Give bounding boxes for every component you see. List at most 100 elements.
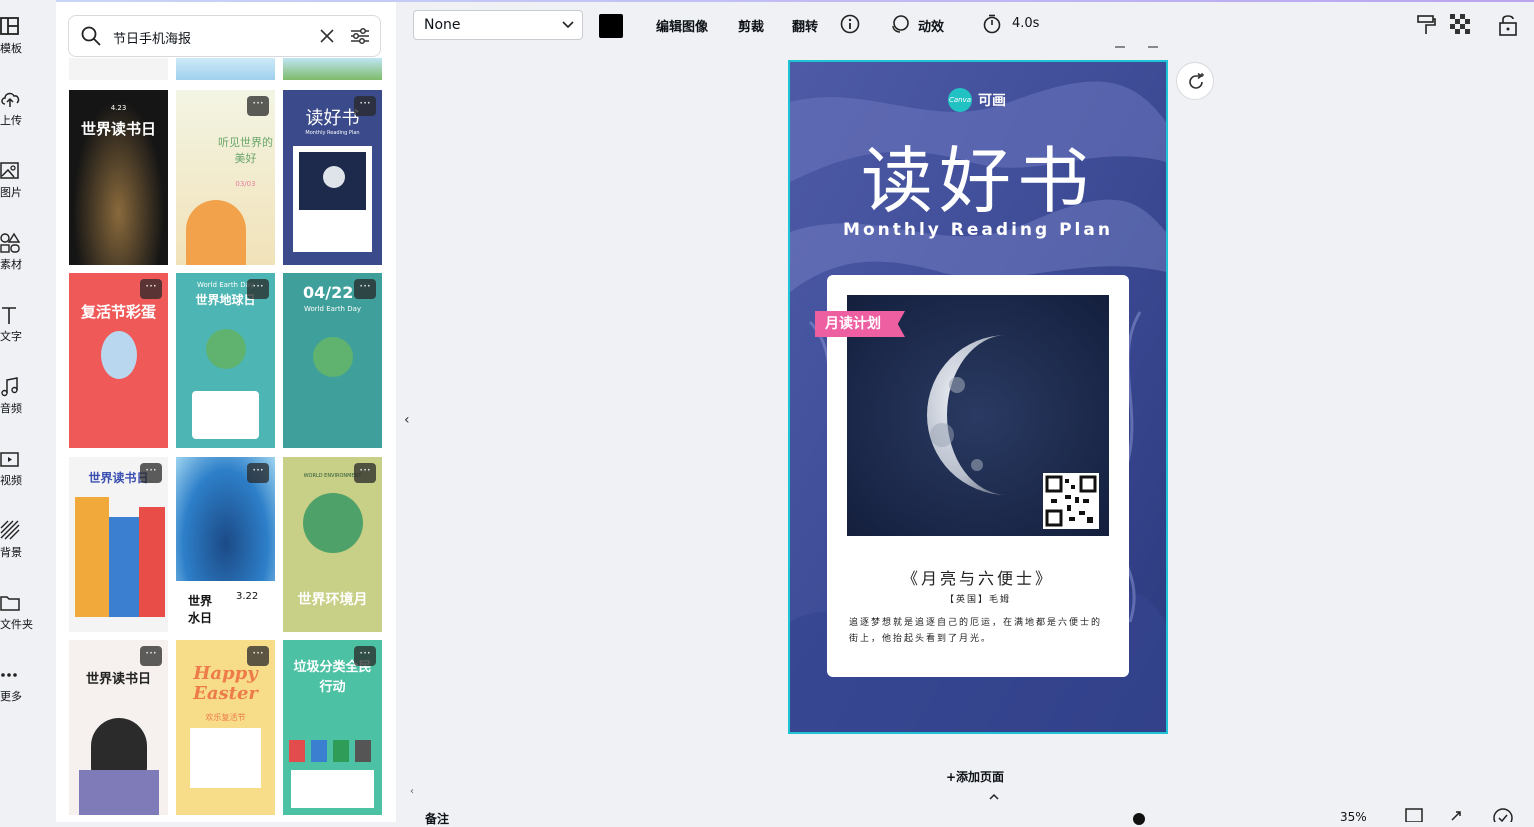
template-thumb[interactable]: 世界读书日 ···	[69, 457, 168, 632]
check-icon[interactable]	[1492, 807, 1514, 822]
template-title: 复活节彩蛋	[80, 303, 156, 321]
rail-more[interactable]: 更多	[0, 664, 40, 722]
more-options-button[interactable]: ···	[140, 279, 162, 299]
more-options-button[interactable]: ···	[247, 96, 269, 116]
search-input[interactable]: 节日手机海报	[113, 28, 191, 47]
font-select[interactable]: None	[413, 10, 583, 40]
template-title: 世界读书日	[85, 672, 151, 687]
text-icon	[2, 307, 16, 324]
more-options-button[interactable]: ···	[140, 646, 162, 666]
edit-image-button[interactable]: 编辑图像	[656, 16, 708, 35]
template-subtitle: 03/03	[235, 180, 256, 188]
rail-audio[interactable]: 音频	[0, 376, 40, 434]
bin-illustration	[289, 740, 305, 762]
filter-icon[interactable]	[350, 26, 370, 46]
template-thumb[interactable]: WORLD ENVIRONMENT 世界环境月 ···	[283, 457, 382, 632]
info-card	[291, 770, 374, 808]
more-options-button[interactable]: ···	[354, 463, 376, 483]
crop-button[interactable]: 剪裁	[738, 16, 764, 35]
template-thumb[interactable]: 听见世界的美好 03/03 ···	[176, 90, 275, 265]
rail-upload[interactable]: 上传	[0, 88, 40, 146]
rail-templates[interactable]: 模板	[0, 16, 40, 74]
chevron-up-icon[interactable]	[989, 793, 999, 801]
fullscreen-icon[interactable]	[1448, 808, 1464, 822]
poster-subtitle[interactable]: Monthly Reading Plan	[790, 220, 1166, 240]
more-options-button[interactable]: ···	[247, 463, 269, 483]
more-icon	[1, 673, 17, 677]
template-title: Happy Easter	[193, 663, 258, 704]
rail-label: 素材	[0, 258, 22, 271]
more-options-button[interactable]: ···	[247, 279, 269, 299]
template-thumb[interactable]: Happy Easter 欢乐复活节 ···	[176, 640, 275, 815]
book-illustration	[139, 507, 165, 617]
more-options-button[interactable]: ···	[247, 646, 269, 666]
poster-title[interactable]: 读好书	[790, 122, 1166, 227]
page-handle[interactable]	[1115, 46, 1125, 48]
template-thumb-partial[interactable]	[176, 58, 275, 80]
page-handle[interactable]	[1148, 46, 1158, 48]
more-options-button[interactable]: ···	[354, 279, 376, 299]
paint-format-icon[interactable]	[1416, 14, 1436, 36]
template-thumb[interactable]: 世界水日 3.22 ···	[176, 457, 275, 632]
rail-background[interactable]: 背景	[0, 520, 40, 578]
close-icon[interactable]	[318, 27, 336, 45]
add-page-button[interactable]: +添加页面	[946, 768, 1004, 785]
more-options-button[interactable]: ···	[140, 463, 162, 483]
side-rail: 模板 上传 图片 素材 文字 音频 视频 背景 文件夹 更多	[0, 0, 56, 822]
earth-illustration	[313, 337, 353, 377]
book-illustration	[109, 517, 139, 617]
poster-card	[293, 146, 372, 252]
notes-button[interactable]: 备注	[425, 810, 449, 827]
template-thumb[interactable]: 04/22 World Earth Day ···	[283, 273, 382, 448]
book-quote[interactable]: 追逐梦想就是追逐自己的厄运，在满地都是六便士的街上，他抬起头看到了月光。	[849, 615, 1111, 647]
template-thumb-partial[interactable]	[283, 58, 382, 80]
template-thumb[interactable]: 读好书 Monthly Reading Plan ···	[283, 90, 382, 265]
collapse-panel-button[interactable]: ‹	[404, 412, 410, 428]
zoom-slider-handle[interactable]	[1133, 813, 1145, 825]
rail-text[interactable]: 文字	[0, 304, 40, 362]
scroll-left-arrow[interactable]: ‹	[410, 786, 414, 797]
egg-illustration	[101, 331, 137, 379]
template-subtitle: 3.22	[236, 591, 259, 602]
upload-cloud-icon	[1, 92, 20, 107]
animate-icon	[892, 15, 909, 33]
ribbon-label[interactable]: 月读计划	[815, 311, 905, 337]
regenerate-button[interactable]	[1176, 62, 1214, 100]
transparency-icon[interactable]	[1450, 14, 1470, 34]
template-thumb[interactable]: 4.23 世界读书日	[69, 90, 168, 265]
duration-button[interactable]: 4.0s	[1012, 16, 1039, 31]
template-title: 世界环境月	[297, 592, 368, 608]
search-box[interactable]: 节日手机海报	[68, 15, 381, 57]
color-swatch[interactable]	[599, 14, 623, 38]
design-page[interactable]: Canva 可画 读好书 Monthly Reading Plan 月读计划 《…	[788, 60, 1168, 734]
rail-photos[interactable]: 图片	[0, 160, 40, 218]
book-author[interactable]: 【英国】毛姆	[827, 592, 1129, 605]
poster-card[interactable]: 月读计划 《月亮与六便士》 【英国】毛姆 追逐梦想就是追逐自己的厄运，在满地都是…	[815, 275, 1129, 677]
template-thumb[interactable]: 垃圾分类全民行动 ···	[283, 640, 382, 815]
rail-elements[interactable]: 素材	[0, 232, 40, 290]
rail-label: 音频	[0, 402, 22, 415]
image-icon	[0, 162, 19, 179]
chevron-down-icon	[562, 21, 574, 29]
template-thumb-partial[interactable]	[69, 58, 168, 80]
template-thumb[interactable]: 复活节彩蛋 ···	[69, 273, 168, 448]
more-options-button[interactable]: ···	[354, 96, 376, 116]
search-icon	[81, 26, 101, 46]
rail-folder[interactable]: 文件夹	[0, 592, 40, 650]
rail-label: 上传	[0, 114, 22, 127]
template-thumb[interactable]: 世界读书日 ···	[69, 640, 168, 815]
book-illustration	[79, 770, 159, 815]
folder-icon	[0, 596, 20, 611]
rail-video[interactable]: 视频	[0, 448, 40, 506]
more-options-button[interactable]: ···	[354, 646, 376, 666]
info-icon[interactable]	[840, 14, 860, 34]
flip-button[interactable]: 翻转	[792, 16, 818, 35]
book-title[interactable]: 《月亮与六便士》	[827, 565, 1129, 589]
lock-icon[interactable]	[1498, 14, 1518, 36]
page-count-icon[interactable]	[1404, 807, 1424, 822]
template-subtitle: World Earth Day	[303, 305, 362, 313]
earth-illustration	[206, 329, 246, 369]
bin-illustration	[333, 740, 349, 762]
animate-button[interactable]: 动效	[918, 16, 944, 35]
template-thumb[interactable]: World Earth Day 世界地球日 ···	[176, 273, 275, 448]
